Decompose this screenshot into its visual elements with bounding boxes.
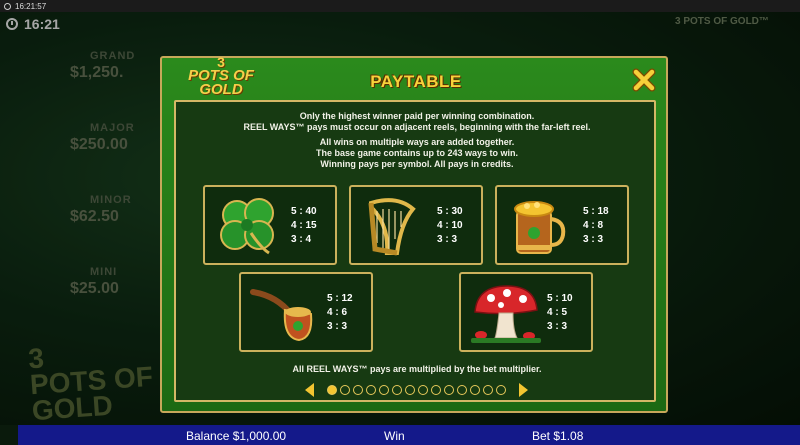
previous-page-button[interactable]: [304, 383, 314, 397]
clock-icon: [4, 2, 11, 10]
win-display: Win: [384, 429, 405, 443]
pay-line: 4 : 5: [547, 307, 568, 318]
pay-line: 3 : 3: [547, 321, 568, 332]
bet-multiplier-note: All REEL WAYS™ pays are multiplied by th…: [292, 364, 542, 374]
symbol-pays: 5 : 40 4 : 15 3 : 4: [291, 205, 317, 247]
paytable-panel: 3 POTS OF GOLD PAYTABLE Only the highest…: [160, 55, 670, 413]
pay-line: 3 : 4: [291, 234, 312, 245]
symbol-card-clover: 5 : 40 4 : 15 3 : 4: [203, 185, 337, 265]
page-dot[interactable]: [378, 385, 389, 395]
symbol-card-mushroom: 5 : 10 4 : 5 3 : 3: [459, 272, 593, 352]
close-icon: [632, 68, 656, 92]
rule-line: Winning pays per symbol. All pays in cre…: [320, 159, 514, 169]
system-time: 16:21:57: [15, 1, 47, 11]
symbol-card-tankard: 5 : 18 4 : 8 3 : 3: [495, 185, 629, 265]
page-dot[interactable]: [495, 385, 506, 395]
ale-tankard-icon: [514, 201, 566, 254]
pay-line: 5 : 12: [327, 293, 353, 304]
page-dot[interactable]: [469, 385, 480, 395]
bet-display[interactable]: Bet $1.08: [532, 429, 583, 443]
page-dot[interactable]: [326, 385, 337, 395]
symbol-pays: 5 : 30 4 : 10 3 : 3: [437, 205, 463, 247]
page-dot[interactable]: [365, 385, 376, 395]
harp-icon: [368, 198, 416, 256]
symbol-pays: 5 : 10 4 : 5 3 : 3: [547, 292, 573, 334]
symbol-card-harp: 5 : 30 4 : 10 3 : 3: [349, 185, 483, 265]
pipe-icon: [250, 289, 313, 342]
page-dot[interactable]: [339, 385, 350, 395]
paytable-title: PAYTABLE: [370, 72, 462, 91]
page-dot[interactable]: [482, 385, 493, 395]
pay-line: 3 : 3: [327, 321, 348, 332]
page-dot[interactable]: [443, 385, 454, 395]
rules-text: Only the highest winner paid per winning…: [176, 111, 658, 170]
symbol-card-pipe: 5 : 12 4 : 6 3 : 3: [239, 272, 373, 352]
system-bar: 16:21:57: [0, 0, 800, 12]
pay-line: 3 : 3: [583, 234, 604, 245]
page-dot[interactable]: [417, 385, 428, 395]
close-button[interactable]: [632, 68, 656, 92]
pay-line: 4 : 15: [291, 220, 317, 231]
page-dot[interactable]: [352, 385, 363, 395]
balance-display: Balance $1,000.00: [186, 429, 287, 443]
pay-line: 4 : 10: [437, 220, 463, 231]
status-bar: Balance $1,000.00 Win Bet $1.08: [18, 425, 800, 445]
pay-line: 5 : 30: [437, 206, 463, 217]
page-navigation: [162, 383, 670, 397]
pay-line: 5 : 10: [547, 293, 573, 304]
pay-line: 3 : 3: [437, 234, 458, 245]
pay-line: 4 : 8: [583, 220, 604, 231]
page-dot[interactable]: [391, 385, 402, 395]
pay-line: 5 : 18: [583, 206, 609, 217]
next-page-button[interactable]: [518, 383, 528, 397]
game-screen: 16:21 3 POTS OF GOLD™ GRAND $1,250. MAJO…: [0, 12, 800, 425]
paytable-content: Only the highest winner paid per winning…: [174, 100, 656, 402]
mushroom-icon: [471, 285, 541, 343]
rule-line: REEL WAYS™ pays must occur on adjacent r…: [243, 122, 591, 132]
pay-line: 5 : 40: [291, 206, 317, 217]
page-dot[interactable]: [456, 385, 467, 395]
rule-line: The base game contains up to 243 ways to…: [315, 148, 519, 158]
symbol-pays: 5 : 12 4 : 6 3 : 3: [327, 292, 353, 334]
page-dot[interactable]: [404, 385, 415, 395]
pay-line: 4 : 6: [327, 307, 348, 318]
rule-line: Only the highest winner paid per winning…: [299, 111, 535, 121]
clover-icon: [220, 198, 274, 255]
symbol-pays: 5 : 18 4 : 8 3 : 3: [583, 205, 609, 247]
rule-line: All wins on multiple ways are added toge…: [319, 137, 515, 147]
page-dot[interactable]: [430, 385, 441, 395]
